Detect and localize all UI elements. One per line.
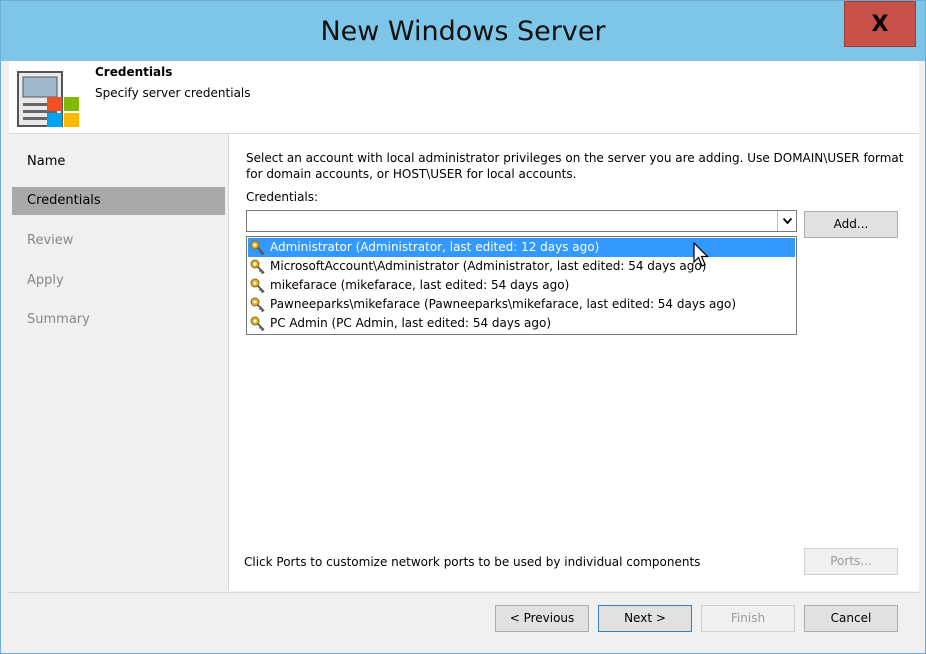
instructions-text: Select an account with local administrat… (246, 151, 904, 181)
wizard-footer: < Previous Next > Finish Cancel (9, 592, 919, 648)
content-panel: Select an account with local administrat… (229, 134, 919, 591)
credentials-combobox[interactable] (246, 210, 797, 232)
credential-option-label: PC Admin (PC Admin, last edited: 54 days… (270, 316, 552, 330)
cancel-button[interactable]: Cancel (804, 605, 898, 632)
credential-option-label: Administrator (Administrator, last edite… (270, 240, 600, 254)
credential-option[interactable]: mikefarace (mikefarace, last edited: 54 … (248, 276, 795, 295)
credential-option[interactable]: Administrator (Administrator, last edite… (248, 238, 795, 257)
nav-step-summary: Summary (27, 312, 90, 327)
credential-option[interactable]: Pawneeparks\mikefarace (Pawneeparks\mike… (248, 295, 795, 314)
nav-step-apply: Apply (27, 273, 64, 288)
chevron-down-icon[interactable] (777, 211, 796, 231)
key-icon (250, 259, 265, 275)
nav-step-review: Review (27, 233, 74, 248)
step-subtitle: Specify server credentials (95, 86, 251, 100)
credential-option-label: MicrosoftAccount\Administrator (Administ… (270, 259, 707, 273)
nav-step-name[interactable]: Name (12, 148, 225, 176)
title-bar[interactable]: New Windows Server X (1, 1, 925, 61)
step-header: Credentials Specify server credentials (9, 61, 919, 134)
nav-step-credentials[interactable]: Credentials (12, 187, 225, 215)
step-title: Credentials (95, 65, 173, 79)
ports-button[interactable]: Ports... (804, 548, 898, 575)
credential-option-label: mikefarace (mikefarace, last edited: 54 … (270, 278, 570, 292)
wizard-steps-nav: Name Credentials Review Apply Summary (9, 134, 229, 591)
add-credentials-button[interactable]: Add... (804, 211, 898, 238)
key-icon (250, 316, 265, 332)
windows-server-icon (17, 71, 79, 127)
close-icon: X (871, 11, 889, 37)
next-button[interactable]: Next > (598, 605, 692, 632)
previous-button[interactable]: < Previous (495, 605, 589, 632)
finish-button[interactable]: Finish (701, 605, 795, 632)
key-icon (250, 278, 265, 294)
close-button[interactable]: X (844, 1, 916, 47)
credential-option[interactable]: MicrosoftAccount\Administrator (Administ… (248, 257, 795, 276)
key-icon (250, 240, 265, 256)
mouse-cursor-icon (693, 242, 709, 267)
credentials-label: Credentials: (246, 190, 319, 204)
wizard-window: New Windows Server X Credentials Specify… (0, 0, 926, 654)
credential-option-label: Pawneeparks\mikefarace (Pawneeparks\mike… (270, 297, 737, 311)
window-title: New Windows Server (320, 16, 606, 47)
credentials-dropdown-list[interactable]: Administrator (Administrator, last edite… (246, 236, 797, 335)
key-icon (250, 297, 265, 313)
credential-option[interactable]: PC Admin (PC Admin, last edited: 54 days… (248, 314, 795, 333)
ports-description: Click Ports to customize network ports t… (244, 555, 701, 569)
